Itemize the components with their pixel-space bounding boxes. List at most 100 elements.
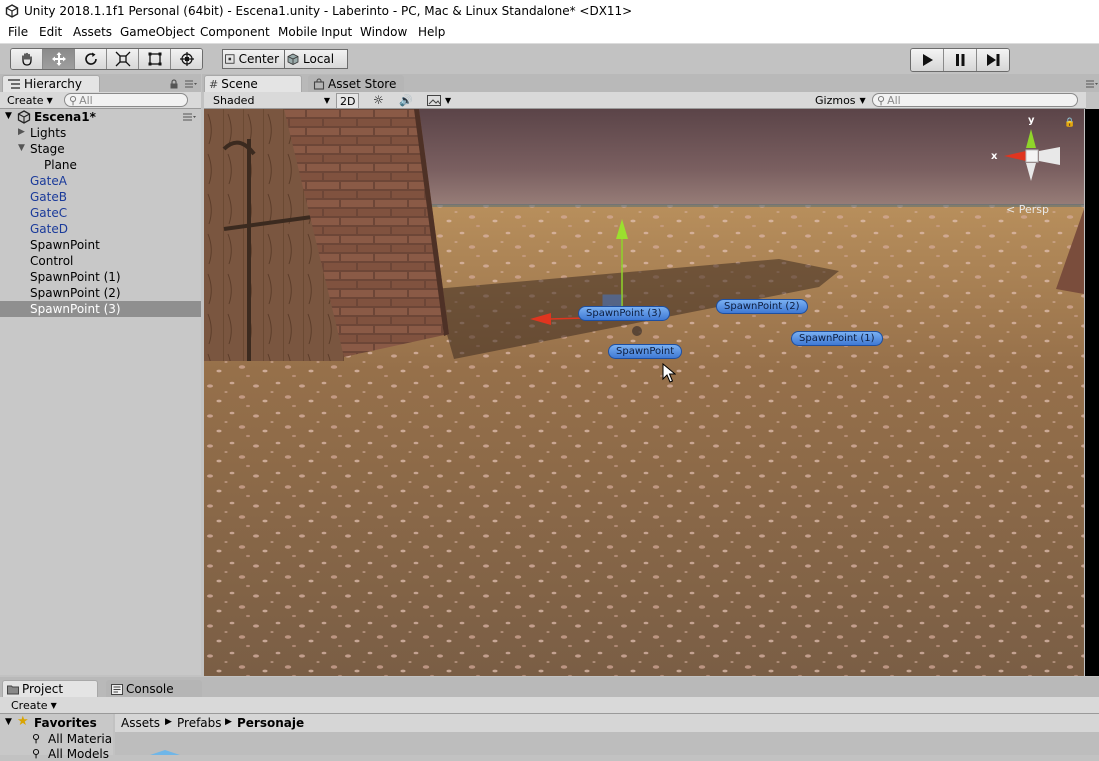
transform-tool-button[interactable] [171,49,202,69]
pivot-space-label: Local [303,52,335,66]
hierarchy-item-label: SpawnPoint [30,238,100,252]
spawnpoint-label[interactable]: SpawnPoint (1) [791,331,883,346]
expand-arrow-icon[interactable]: ▼ [5,111,12,121]
expand-arrow-icon[interactable]: ▼ [5,717,12,727]
local-cube-icon [287,53,299,65]
breadcrumb-item-current[interactable]: Personaje [237,716,304,730]
axis-gizmo-icon [1004,129,1060,181]
spawnpoint-label[interactable]: SpawnPoint [608,344,683,359]
menu-edit[interactable]: Edit [39,25,62,39]
breadcrumb-item[interactable]: Prefabs [177,716,222,730]
collapse-arrow-icon[interactable]: ▶ [18,127,25,137]
hierarchy-item[interactable]: GateB [0,189,201,205]
shading-mode-dropdown[interactable]: Shaded ▼ [210,93,330,107]
hierarchy-create-dropdown[interactable]: Create ▼ [4,93,56,107]
hierarchy-item-label: Plane [44,158,77,172]
expand-arrow-icon[interactable]: ▼ [18,143,25,153]
menu-assets[interactable]: Assets [73,25,112,39]
projection-arrow-icon: < [1006,203,1016,216]
menu-window[interactable]: Window [360,25,407,39]
menu-component[interactable]: Component [200,25,270,39]
pivot-center-icon [225,54,235,64]
tab-scene[interactable]: # Scene [204,75,302,92]
project-tabbar: Project Console [0,677,1099,697]
search-icon: ⚲ [32,747,41,760]
scale-icon [115,51,130,67]
project-create-dropdown[interactable]: Create ▼ [8,698,60,712]
hierarchy-search-input[interactable]: ⚲ All [64,93,188,107]
menu-mobile-input[interactable]: Mobile Input [278,25,352,39]
hand-tool-button[interactable] [11,49,43,69]
hierarchy-item[interactable]: SpawnPoint (2) [0,285,201,301]
gizmo-lock-icon[interactable]: 🔒 [1064,118,1075,128]
rect-tool-button[interactable] [139,49,171,69]
dropdown-arrow-icon: ▼ [859,95,866,105]
hierarchy-item-label: SpawnPoint (2) [30,286,121,300]
hierarchy-item-selected[interactable]: SpawnPoint (3) [0,301,201,317]
lighting-toggle[interactable]: ☼ [370,93,387,107]
menu-gameobject[interactable]: GameObject [120,25,195,39]
move-gizmo[interactable] [204,109,1084,676]
project-create-label: Create [11,698,48,712]
menu-file[interactable]: File [8,25,28,39]
lock-icon[interactable] [169,79,179,89]
effects-dropdown[interactable]: ▼ [424,93,454,107]
orientation-gizmo[interactable]: y x 🔒 < Persp [984,115,1084,223]
pause-button[interactable] [944,49,977,71]
scene-viewport[interactable]: SpawnPoint (3) SpawnPoint (2) SpawnPoint… [204,109,1084,676]
pivot-mode-label: Center [238,52,279,66]
scene-root-row[interactable]: ▼ Escena1* [0,109,201,125]
rotate-tool-button[interactable] [75,49,107,69]
hierarchy-item[interactable]: GateD [0,221,201,237]
menu-help[interactable]: Help [418,25,445,39]
hierarchy-item[interactable]: ▼ Stage [0,141,201,157]
window-title: Unity 2018.1.1f1 Personal (64bit) - Esce… [24,4,633,18]
panel-menu-icon[interactable] [185,80,197,88]
play-icon [923,54,933,66]
search-icon: ⚲ [877,93,886,107]
favorites-label[interactable]: Favorites [34,716,97,730]
hierarchy-item[interactable]: SpawnPoint (1) [0,269,201,285]
scale-tool-button[interactable] [107,49,139,69]
scene-name: Escena1* [34,110,96,124]
hierarchy-item[interactable]: GateA [0,173,201,189]
tab-asset-store[interactable]: Asset Store [308,75,404,92]
search-icon: ⚲ [32,732,41,745]
hierarchy-item[interactable]: GateC [0,205,201,221]
tab-hierarchy[interactable]: Hierarchy [2,75,100,92]
hierarchy-item-label: GateD [30,222,68,236]
breadcrumb-item[interactable]: Assets [121,716,160,730]
tab-console[interactable]: Console [106,680,202,697]
move-tool-button[interactable] [43,49,75,69]
hierarchy-item[interactable]: SpawnPoint [0,237,201,253]
console-icon [111,683,123,695]
favorite-item[interactable]: All Materials [48,732,113,746]
projection-label: Persp [1018,203,1049,216]
gizmos-dropdown[interactable]: Gizmos ▼ [812,93,869,107]
spawnpoint-label[interactable]: SpawnPoint (3) [578,306,670,321]
tab-project[interactable]: Project [2,680,98,697]
projection-toggle[interactable]: < Persp [1006,203,1049,216]
search-icon: ⚲ [69,93,78,107]
star-icon: ★ [17,714,29,729]
prefab-thumbnail-icon[interactable] [145,750,185,755]
hierarchy-item[interactable]: ▶ Lights [0,125,201,141]
play-button[interactable] [911,49,944,71]
pivot-space-button[interactable]: Local [284,49,348,69]
scene-search-input[interactable]: ⚲ All [872,93,1078,107]
favorite-item[interactable]: All Models [48,747,113,761]
audio-toggle[interactable]: 🔊 [396,93,416,107]
hierarchy-item[interactable]: Plane [0,157,201,173]
project-toolbar: Create ▼ [0,697,1099,714]
shading-mode-label: Shaded [213,93,255,107]
spawnpoint-label[interactable]: SpawnPoint (2) [716,299,808,314]
panel-menu-icon[interactable] [1086,80,1098,88]
scene-menu-icon[interactable] [183,113,197,121]
image-effects-icon [427,94,441,106]
2d-toggle[interactable]: 2D [336,93,360,109]
step-button[interactable] [977,49,1009,71]
2d-toggle-label: 2D [340,94,356,108]
hierarchy-item[interactable]: Control [0,253,201,269]
main-toolbar: Center Local [0,44,1099,74]
pivot-mode-button[interactable]: Center [222,49,286,69]
